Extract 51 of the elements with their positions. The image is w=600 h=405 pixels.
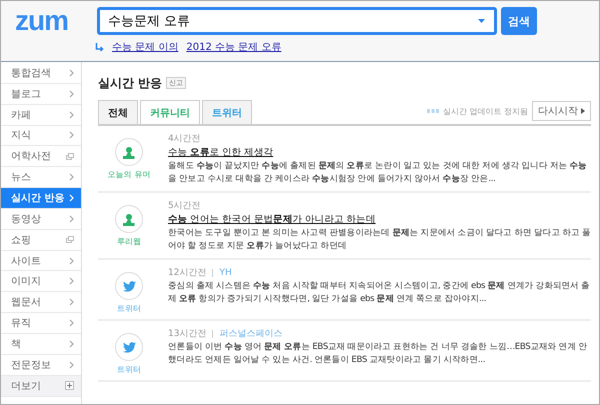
- search-field[interactable]: 수능문제 오류: [97, 7, 497, 35]
- post-title[interactable]: 수능 오류로 인한 제생각: [168, 146, 591, 159]
- play-triangle-icon: [581, 108, 585, 114]
- chevron-icon: [69, 68, 74, 77]
- logo[interactable]: zum: [15, 5, 93, 37]
- bird-icon: [122, 342, 136, 352]
- chevron-icon: [69, 110, 74, 119]
- sidebar-item[interactable]: 지식: [1, 126, 81, 146]
- section-title: 실시간 반응: [98, 74, 162, 92]
- dots-icon: [426, 109, 439, 113]
- sidebar-item[interactable]: 카페: [1, 104, 81, 126]
- chevron-icon: [69, 194, 74, 202]
- post-time: 12시간전: [168, 267, 206, 279]
- bird-icon: [122, 280, 136, 292]
- tab[interactable]: 전체: [98, 100, 138, 124]
- post-text: 올해도 수능이 끝났지만 수능에 출제된 문제의 오류로 논란이 일고 있는 것에 대한 저에 생각 입니다 저는 수능을 안보고 수시로 대학을 간 케이스라 수능시험장 안에 들어가지 않아서 수능장 안은...: [168, 160, 588, 186]
- related-search-link[interactable]: 2012 수능 문제 오류: [186, 40, 282, 54]
- search-button[interactable]: 검색: [501, 7, 537, 35]
- post-text: 언론들이 이번 수능 영어 문제 오류는 EBS교재 때문이라고 표현하는 건 너무 경솔한 느낌…EBS교재와 연계 안 했더라도 언제든 일어날 수 있는 사건. 언론들이 EBS 교재탓이라고 몰기 시작하면...: [168, 341, 588, 367]
- post-time: 13시간전: [168, 328, 206, 340]
- post-author: 트위터: [117, 303, 141, 314]
- sidebar-item[interactable]: 더보기: [1, 376, 81, 396]
- new-window-icon: [66, 236, 74, 244]
- return-arrow-icon: [95, 42, 104, 52]
- chevron-icon: [69, 298, 74, 306]
- person-icon: [123, 212, 135, 226]
- chevron-icon: [69, 214, 74, 223]
- chevron-icon: [69, 360, 74, 369]
- chevron-icon: [69, 319, 74, 328]
- chevron-icon: [69, 277, 74, 286]
- dropdown-caret-icon[interactable]: [478, 19, 485, 23]
- chevron-icon: [69, 340, 74, 348]
- chevron-icon: [69, 173, 74, 182]
- post-text: 중심의 출제 시스템은 수능 처음 시작할 때부터 지속되어온 시스템이고, 중간에 ebs 문제 연계가 강화되면서 출제 오류 항의가 증가되기 시작했다면, 일단 가설을 ebs 문제 연계 쪽으로 잡아야지...: [168, 280, 591, 306]
- sidebar-item[interactable]: 사이트: [1, 250, 81, 272]
- update-status: 실시간 업데이트 정지됨: [442, 106, 528, 116]
- post-time: 4시간전: [168, 133, 201, 145]
- new-window-icon: [66, 152, 74, 160]
- post-author: 루리웹: [117, 236, 141, 247]
- chevron-icon: [69, 131, 74, 140]
- post-text: 한국어는 도구일 뿐이고 본 의미는 사고력 판별용이라는데 문제는 지문에서 소금이 달다고 하면 달다고 하고 풀어야 할 정도로 지문 오류가 늘어났다고 하던데: [168, 227, 591, 253]
- post-author: 트위터: [117, 364, 141, 375]
- plus-icon: [65, 381, 74, 390]
- chevron-icon: [69, 256, 74, 265]
- restart-button[interactable]: 다시시작: [532, 101, 591, 121]
- post-author: 오늘의 유머: [108, 169, 150, 180]
- person-icon: [123, 146, 135, 158]
- sidebar-item[interactable]: 실시간 반응: [1, 188, 81, 209]
- related-search-link[interactable]: 수능 문제 이의: [112, 40, 178, 54]
- post-time: 5시간전: [168, 200, 201, 212]
- chevron-icon: [69, 90, 74, 98]
